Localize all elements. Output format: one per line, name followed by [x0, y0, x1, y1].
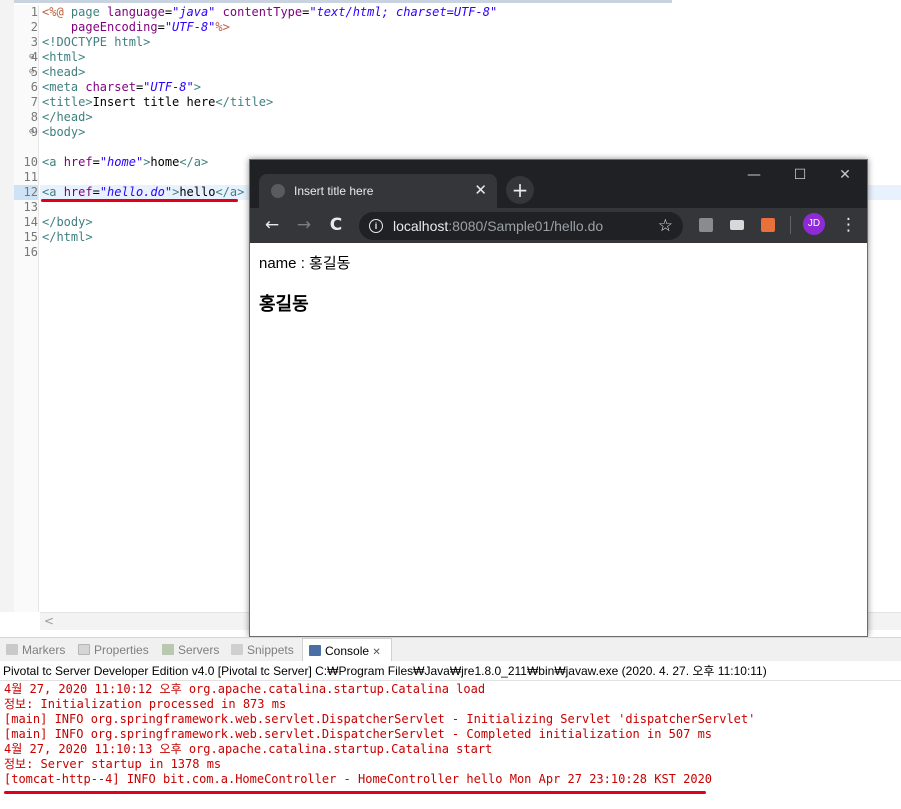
code-line-15: </body>: [42, 215, 93, 229]
code-line-5: <head>: [42, 65, 86, 79]
panel-tab-bar: Markers Properties Servers Snippets Cons…: [0, 637, 901, 662]
fold-toggle-icon[interactable]: ⊖: [29, 50, 34, 65]
extension-icon[interactable]: [699, 218, 713, 232]
code-line-2: pageEncoding="UTF-8"%>: [42, 20, 230, 34]
url-host: localhost: [393, 218, 449, 234]
line-number: 2: [30, 20, 38, 34]
code-line-6: <meta charset="UTF-8">: [42, 80, 201, 94]
scroll-left-icon[interactable]: <: [44, 613, 54, 630]
site-info-icon[interactable]: i: [369, 219, 383, 233]
snippets-icon: [231, 644, 243, 655]
console-close-icon[interactable]: ✕: [372, 647, 380, 658]
browser-titlebar[interactable]: Insert title here ✕ + — ☐ ✕: [250, 160, 867, 208]
tab-close-icon[interactable]: ✕: [474, 180, 487, 200]
console-line: 4월 27, 2020 11:10:13 오후 org.apache.catal…: [4, 742, 493, 756]
tab-markers[interactable]: Markers: [6, 638, 65, 662]
code-line-16: </html>: [42, 230, 93, 244]
tab-favicon-icon: [271, 184, 285, 198]
tab-snippets[interactable]: Snippets: [231, 638, 294, 662]
address-bar[interactable]: i localhost:8080/Sample01/hello.do ☆: [359, 212, 683, 240]
extension-cast-icon[interactable]: [730, 220, 744, 230]
line-number: 12: [23, 185, 38, 199]
line-number: 15: [23, 230, 38, 244]
code-line-7: <title>Insert title here</title>: [42, 95, 274, 109]
line-number: 10: [23, 155, 38, 169]
server-process-label: Pivotal tc Server Developer Edition v4.0…: [3, 664, 767, 678]
reload-icon[interactable]: C: [321, 208, 351, 243]
servers-icon: [162, 644, 174, 655]
browser-toolbar: ← → C i localhost:8080/Sample01/hello.do…: [250, 208, 867, 243]
console-line: 정보: Initialization processed in 873 ms: [4, 697, 287, 711]
extension-badge-icon[interactable]: [761, 218, 775, 232]
url-path: :8080/Sample01/hello.do: [448, 218, 604, 234]
browser-window[interactable]: Insert title here ✕ + — ☐ ✕ ← → C i loca…: [249, 159, 868, 637]
fold-toggle-icon[interactable]: ⊖: [29, 65, 34, 80]
tab-console[interactable]: Console ✕: [302, 638, 392, 662]
console-icon: [309, 645, 321, 656]
tab-title: Insert title here: [294, 184, 374, 198]
tab-servers[interactable]: Servers: [162, 638, 219, 662]
browser-tab[interactable]: Insert title here ✕: [259, 174, 497, 208]
annotation-gutter: [0, 0, 14, 612]
code-line-9: <body>: [42, 125, 86, 139]
code-line-13: <a href="hello.do">hello</a>: [42, 185, 245, 199]
bookmark-star-icon[interactable]: ☆: [658, 215, 673, 237]
tab-properties[interactable]: Properties: [78, 638, 149, 662]
url-text[interactable]: localhost:8080/Sample01/hello.do: [393, 218, 603, 235]
menu-icon[interactable]: ⋮: [840, 208, 857, 243]
profile-avatar[interactable]: JD: [803, 213, 825, 235]
line-number: 6: [30, 80, 38, 94]
line-number: 8: [30, 110, 38, 124]
page-name-text: name : 홍길동: [259, 255, 351, 272]
editor-top-border: [0, 0, 672, 3]
console-line: 정보: Server startup in 1378 ms: [4, 757, 222, 771]
line-number: 1: [30, 5, 38, 19]
fold-toggle-icon[interactable]: ⊖: [29, 125, 34, 140]
code-line-1: <%@ page language="java" contentType="te…: [42, 5, 498, 19]
line-number: 3: [30, 35, 38, 49]
code-line-4: <html>: [42, 50, 86, 64]
console-output[interactable]: 4월 27, 2020 11:10:12 오후 org.apache.catal…: [0, 681, 901, 809]
code-line-11: <a href="home">home</a>: [42, 155, 209, 169]
page-viewport: name : 홍길동 홍길동: [250, 243, 867, 636]
close-window-button[interactable]: ✕: [822, 160, 868, 190]
line-number: 7: [30, 95, 38, 109]
line-number: 11: [23, 170, 38, 184]
new-tab-button[interactable]: +: [506, 176, 534, 204]
minimize-button[interactable]: —: [731, 160, 777, 190]
markers-icon: [6, 644, 18, 655]
annotation-underline: [4, 791, 706, 794]
properties-icon: [78, 644, 90, 655]
console-line: [main] INFO org.springframework.web.serv…: [4, 712, 756, 726]
annotation-underline: [41, 199, 238, 202]
code-line-3: <!DOCTYPE html>: [42, 35, 151, 49]
console-process-header: Pivotal tc Server Developer Edition v4.0…: [0, 661, 901, 681]
console-line: [main] INFO org.springframework.web.serv…: [4, 727, 713, 741]
page-heading: 홍길동: [259, 294, 309, 314]
line-number: 13: [23, 200, 38, 214]
console-line: [tomcat-http--4] INFO bit.com.a.HomeCont…: [4, 772, 713, 786]
back-arrow-icon[interactable]: ←: [257, 208, 287, 243]
forward-arrow-icon[interactable]: →: [289, 208, 319, 243]
console-line: 4월 27, 2020 11:10:12 오후 org.apache.catal…: [4, 682, 486, 696]
line-number: 14: [23, 215, 38, 229]
line-number: 16: [23, 245, 38, 259]
toolbar-divider: [790, 216, 791, 234]
code-line-8: </head>: [42, 110, 93, 124]
maximize-button[interactable]: ☐: [777, 160, 823, 190]
